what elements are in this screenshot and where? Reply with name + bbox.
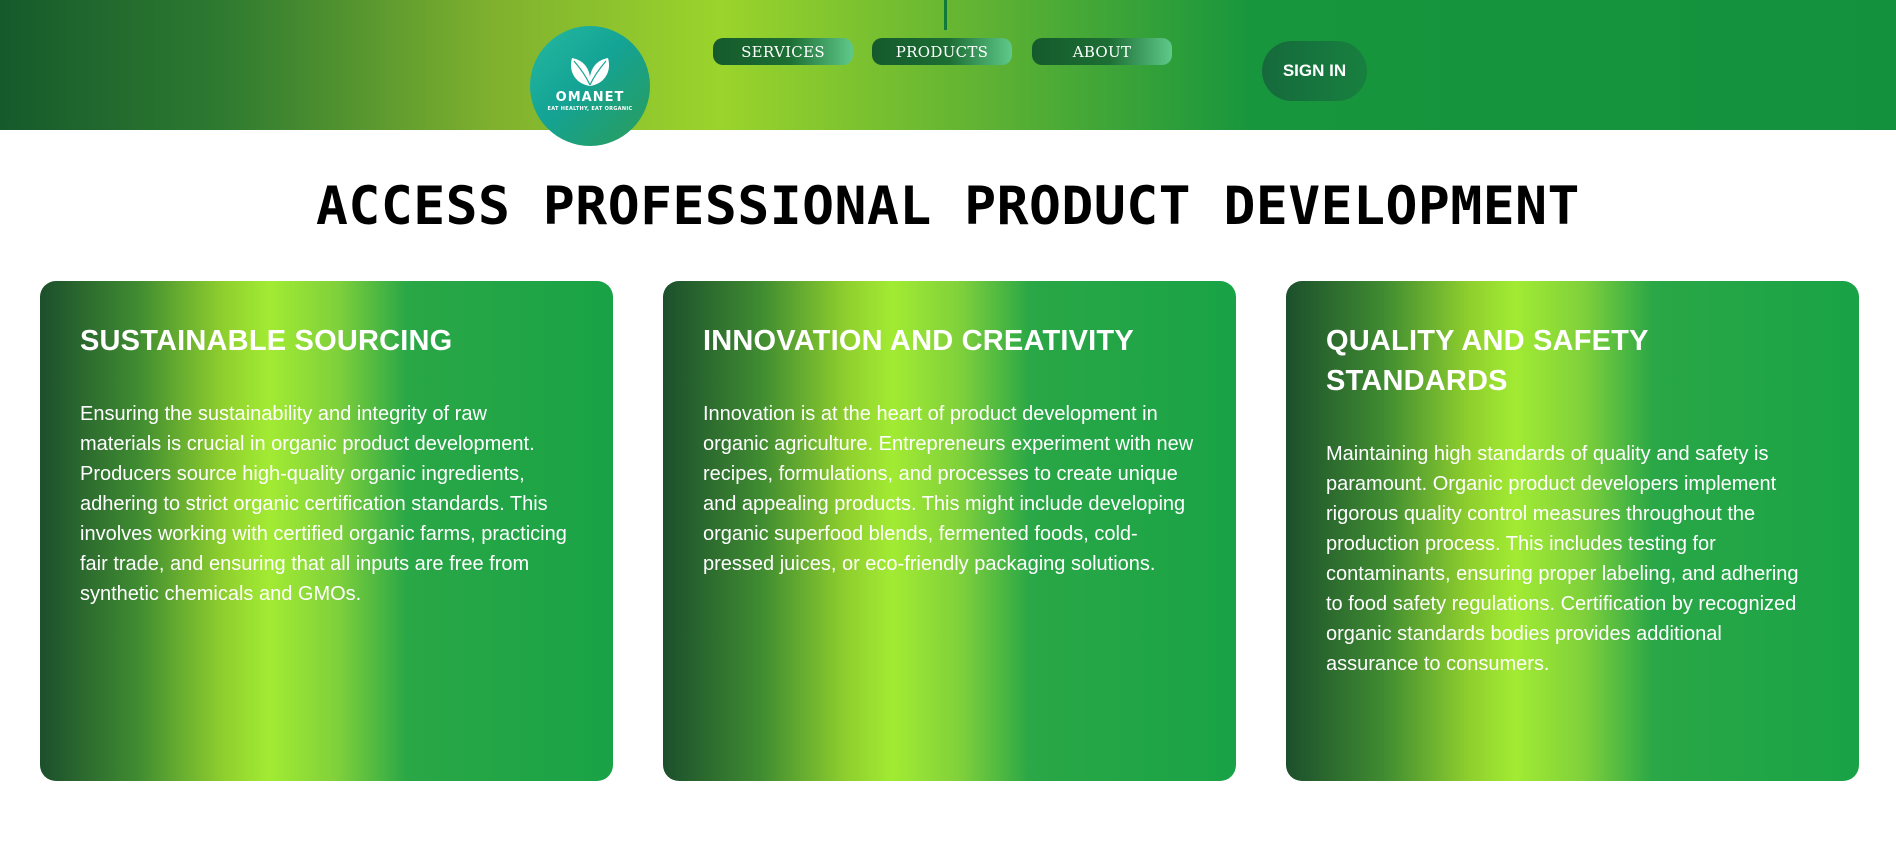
site-header: OMANET EAT HEALTHY, EAT ORGANIC SERVICES…	[0, 0, 1896, 146]
brand-logo[interactable]: OMANET EAT HEALTHY, EAT ORGANIC	[530, 26, 650, 146]
card-title: QUALITY AND SAFETY STANDARDS	[1326, 325, 1649, 397]
nav-products-button[interactable]: PRODUCTS	[872, 38, 1012, 65]
header-divider-tick	[944, 0, 947, 30]
brand-tagline: EAT HEALTHY, EAT ORGANIC	[547, 106, 633, 112]
card-body: Ensuring the sustainability and integrit…	[80, 403, 567, 605]
card-title: INNOVATION AND CREATIVITY	[703, 325, 1134, 357]
leaves-icon	[570, 58, 610, 86]
card-innovation-creativity: INNOVATION AND CREATIVITY Innovation is …	[663, 281, 1236, 781]
brand-name: OMANET	[555, 90, 625, 105]
nav-about-button[interactable]: ABOUT	[1032, 38, 1172, 65]
card-sustainable-sourcing: SUSTAINABLE SOURCING Ensuring the sustai…	[40, 281, 613, 781]
card-title: SUSTAINABLE SOURCING	[80, 325, 453, 357]
card-quality-safety: QUALITY AND SAFETY STANDARDS Maintaining…	[1286, 281, 1859, 781]
page-title: ACCESS PROFESSIONAL PRODUCT DEVELOPMENT	[316, 176, 1580, 237]
card-body: Maintaining high standards of quality an…	[1326, 443, 1799, 675]
card-body: Innovation is at the heart of product de…	[703, 403, 1194, 575]
sign-in-button[interactable]: SIGN IN	[1262, 41, 1367, 101]
nav-services-button[interactable]: SERVICES	[713, 38, 853, 65]
